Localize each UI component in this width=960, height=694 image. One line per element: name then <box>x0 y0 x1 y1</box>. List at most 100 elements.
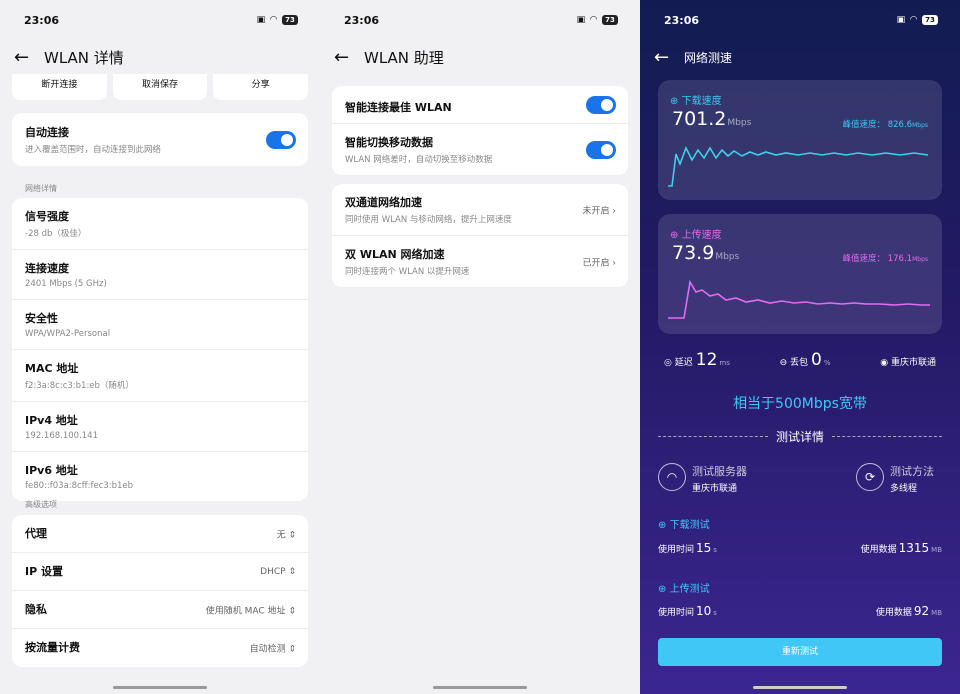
back-arrow-icon[interactable]: ← <box>654 47 678 68</box>
upload-test-row: 使用时间 10 s 使用数据 92 MB <box>658 604 942 618</box>
advanced-row-proxy[interactable]: 代理 无 ⇕ <box>12 515 308 553</box>
server-wifi-icon: ◠ <box>658 463 686 491</box>
smart-switch-data-toggle[interactable] <box>586 140 616 159</box>
advanced-row-metered[interactable]: 按流量计费 自动检测 ⇕ <box>12 629 308 667</box>
auto-connect-subtitle: 进入覆盖范围时，自动连接到此网络 <box>25 145 162 155</box>
acceleration-card: 双通道网络加速 同时使用 WLAN 与移动网络，提升上网速度 未开启 › 双 W… <box>332 184 628 287</box>
download-test-row: 使用时间 15 s 使用数据 1315 MB <box>658 541 942 555</box>
packet-loss-icon: ⊖ <box>779 358 788 368</box>
peak-label: 峰值速度： <box>842 120 886 130</box>
retest-button[interactable]: 重新测试 <box>658 638 942 666</box>
advanced-row-ip[interactable]: IP 设置 DHCP ⇕ <box>12 553 308 591</box>
method-label: 测试方法 <box>890 465 934 478</box>
toggle-title: 智能连接最佳 WLAN <box>345 101 452 114</box>
disconnect-button[interactable]: 断开连接 <box>12 74 107 100</box>
download-peak: 峰值速度： 826.6Mbps <box>843 118 928 130</box>
bandwidth-equivalent: 相当于500Mbps宽带 <box>733 396 867 412</box>
home-indicator[interactable] <box>753 686 847 689</box>
method-value: 多线程 <box>890 484 918 494</box>
advanced-row-privacy[interactable]: 隐私 使用随机 MAC 地址 ⇕ <box>12 591 308 629</box>
detail-row: MAC 地址 f2:3a:8c:c3:b1:eb（随机） <box>12 350 308 402</box>
dual-wlan-row[interactable]: 双 WLAN 网络加速 同时连接两个 WLAN 以提升网速 已开启 › <box>332 236 628 287</box>
advanced-value: 使用随机 MAC 地址 <box>205 606 286 616</box>
chevron-right-icon: › <box>612 258 616 268</box>
page-header: ← WLAN 详情 <box>0 40 320 74</box>
upload-icon: ⊕ <box>658 584 667 595</box>
link-subtitle: 同时使用 WLAN 与移动网络，提升上网速度 <box>345 215 512 225</box>
loss-value: 0 <box>811 350 822 370</box>
download-data: 使用数据 1315 MB <box>861 541 942 555</box>
latency-unit: ms <box>719 359 730 367</box>
detail-title: IPv6 地址 <box>25 464 78 477</box>
upload-chart <box>668 279 930 319</box>
loss-unit: % <box>823 359 831 367</box>
details-divider: 测试详情 <box>658 428 943 445</box>
detail-title: 安全性 <box>25 312 58 325</box>
auto-connect-row[interactable]: 自动连接 进入覆盖范围时，自动连接到此网络 <box>12 113 308 166</box>
time-label: 使用时间 <box>658 545 695 555</box>
back-arrow-icon[interactable]: ← <box>334 47 358 68</box>
detail-row: IPv6 地址 fe80::f03a:8cff:fec3:b1eb <box>12 452 308 501</box>
home-indicator[interactable] <box>113 686 207 689</box>
wlan-details-screen: 23:06 ▣ ◠ 73 ← WLAN 详情 断开连接 取消保存 分享 自动连接 进… <box>0 0 320 694</box>
upload-peak: 峰值速度： 176.1Mbps <box>843 252 928 264</box>
detail-value: f2:3a:8c:c3:b1:eb（随机） <box>25 381 134 391</box>
auto-connect-title: 自动连接 <box>25 126 69 139</box>
download-card: ⊕ 下载速度 701.2Mbps 峰值速度： 826.6Mbps <box>658 80 942 200</box>
dual-channel-row[interactable]: 双通道网络加速 同时使用 WLAN 与移动网络，提升上网速度 未开启 › <box>332 184 628 236</box>
status-time: 23:06 <box>344 13 380 27</box>
download-icon: ⊕ <box>658 520 667 531</box>
detail-row: IPv4 地址 192.168.100.141 <box>12 402 308 452</box>
time-value: 15 <box>696 541 712 555</box>
smart-switch-data-row[interactable]: 智能切换移动数据 WLAN 网络差时，自动切换至移动数据 <box>332 124 628 175</box>
page-title: WLAN 详情 <box>44 48 124 67</box>
server-value: 重庆市联通 <box>692 484 738 494</box>
updown-icon: ⇕ <box>288 530 296 540</box>
peak-value: 826.6 <box>887 120 913 130</box>
share-button[interactable]: 分享 <box>213 74 309 100</box>
upload-label-text: 上传速度 <box>681 230 722 241</box>
time-unit: s <box>713 546 717 554</box>
upload-icon: ⊕ <box>670 230 679 241</box>
smart-best-wlan-row[interactable]: 智能连接最佳 WLAN <box>332 86 628 124</box>
updown-icon: ⇕ <box>288 644 296 655</box>
wifi-icon: ◠ <box>590 15 597 25</box>
detail-row: 安全性 WPA/WPA2-Personal <box>12 300 308 350</box>
dashed-line <box>658 436 768 437</box>
download-time: 使用时间 15 s <box>658 541 717 555</box>
updown-icon: ⇕ <box>288 566 296 577</box>
action-row: 断开连接 取消保存 分享 <box>12 74 309 100</box>
forget-button[interactable]: 取消保存 <box>112 74 208 100</box>
upload-value: 73.9Mbps <box>672 242 739 264</box>
method-icon: ⟳ <box>856 463 884 491</box>
upload-card: ⊕ 上传速度 73.9Mbps 峰值速度： 176.1Mbps <box>658 214 942 334</box>
back-arrow-icon[interactable]: ← <box>14 47 38 68</box>
detail-value: 192.168.100.141 <box>25 431 99 441</box>
peak-value: 176.1 <box>887 254 913 264</box>
advanced-value: 无 <box>276 530 286 540</box>
status-bar: 23:06 ▣ ◠ 73 <box>640 0 960 40</box>
download-icon: ⊕ <box>670 96 679 107</box>
peak-label: 峰值速度： <box>842 254 886 264</box>
data-value: 1315 <box>898 541 930 555</box>
auto-connect-toggle[interactable] <box>266 130 296 149</box>
advanced-value: 自动检测 <box>249 644 286 655</box>
download-unit: Mbps <box>727 118 752 128</box>
detail-title: IPv4 地址 <box>25 414 78 427</box>
data-label: 使用数据 <box>875 608 912 618</box>
home-indicator[interactable] <box>433 686 527 689</box>
smart-best-wlan-toggle[interactable] <box>586 95 616 114</box>
battery-icon: 73 <box>922 15 938 25</box>
stats-row: ◎ 延迟 12 ms ⊖ 丢包 0% ◉ 重庆市联通 <box>664 350 936 370</box>
wlan-assistant-screen: 23:06 ▣ ◠ 73 ← WLAN 助理 智能连接最佳 WLAN 智能切换移动数… <box>320 0 640 694</box>
upload-unit: Mbps <box>715 252 740 262</box>
time-unit: s <box>713 609 717 617</box>
details-title: 测试详情 <box>776 430 825 444</box>
toggle-subtitle: WLAN 网络差时，自动切换至移动数据 <box>345 155 493 165</box>
auto-connect-card: 自动连接 进入覆盖范围时，自动连接到此网络 <box>12 113 308 166</box>
download-chart <box>668 146 929 187</box>
upload-label: ⊕ 上传速度 <box>670 226 722 241</box>
latency-stat: ◎ 延迟 12 ms <box>664 350 730 370</box>
link-status: 未开启 <box>582 206 610 216</box>
data-unit: MB <box>931 609 942 617</box>
